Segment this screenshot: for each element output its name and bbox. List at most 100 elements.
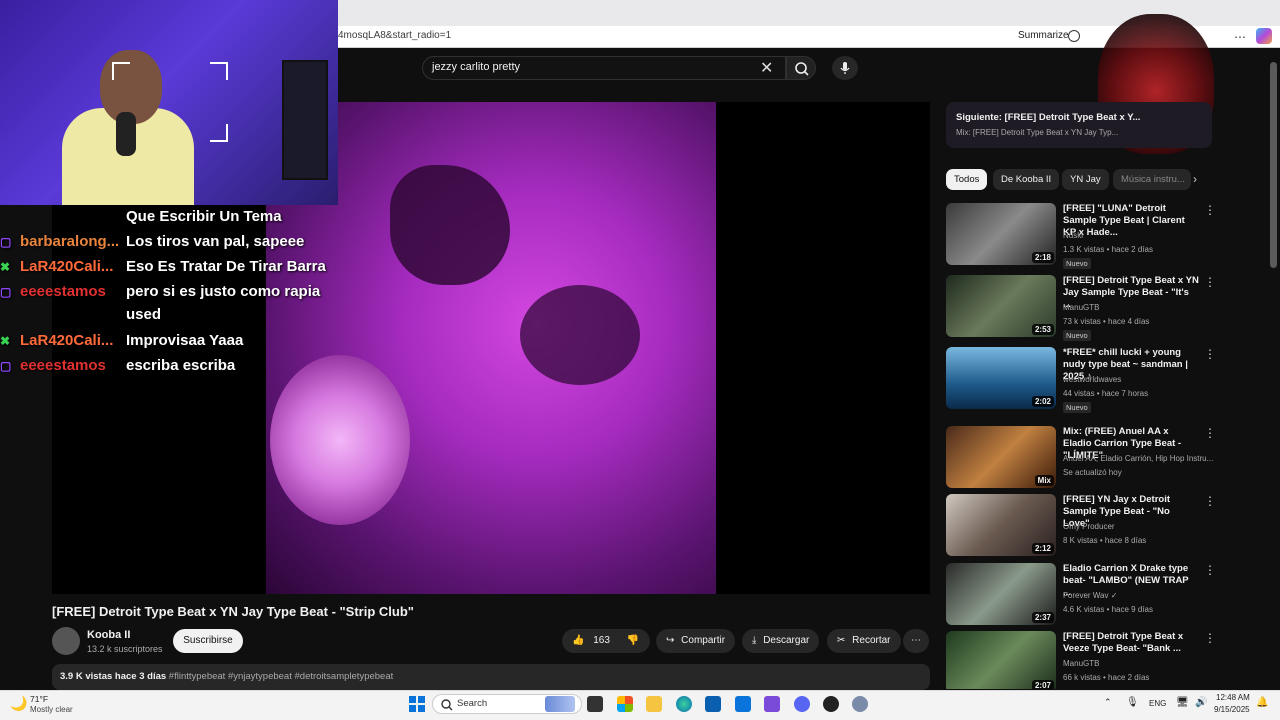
weather-temp[interactable]: 71°F (30, 694, 48, 704)
recommendation-item[interactable]: 2:12 [FREE] YN Jay x Detroit Sample Type… (946, 494, 1220, 560)
file-explorer-icon[interactable] (646, 696, 662, 712)
download-button[interactable]: ⤓ Descargar (742, 629, 820, 653)
chat-username: barbaralong... (20, 233, 120, 250)
volume-icon[interactable]: 🔊 (1195, 697, 1207, 708)
chat-text: escriba escriba (126, 357, 236, 374)
taskbar-search-label[interactable]: Search (457, 698, 487, 709)
settings-icon[interactable] (852, 696, 868, 712)
store-icon[interactable] (705, 696, 721, 712)
video-thumbnail[interactable]: 2:37 (946, 563, 1056, 625)
network-icon[interactable]: 🖥 (1176, 697, 1189, 708)
search-query[interactable]: jezzy carlito pretty (432, 61, 520, 73)
more-vert-icon[interactable]: ⋮ (1204, 631, 1216, 645)
x-icon: ✖ (0, 334, 11, 348)
recommendation-item[interactable]: Mix Mix: (FREE) Anuel AA x Eladio Carrio… (946, 426, 1220, 492)
chip-musica-instrumental[interactable]: Música instru... (1113, 169, 1191, 190)
windows-start-icon[interactable] (409, 696, 425, 712)
video-image-watch (270, 355, 410, 525)
channel-avatar[interactable] (52, 627, 80, 655)
rec-channel[interactable]: ManuGTB (1063, 659, 1099, 668)
download-label: Descargar (763, 635, 810, 646)
rec-title[interactable]: [FREE] "LUNA" Detroit Sample Type Beat |… (1063, 203, 1199, 239)
voice-search-button[interactable] (832, 56, 858, 80)
clock-date[interactable]: 9/15/2025 (1214, 705, 1250, 714)
more-vert-icon[interactable]: ⋮ (1204, 563, 1216, 577)
video-image-shoe (520, 285, 640, 385)
video-thumbnail[interactable]: Mix (946, 426, 1056, 488)
rec-channel[interactable]: westworldwaves (1063, 375, 1121, 384)
summarize-button[interactable]: Summarize (1018, 30, 1069, 41)
channel-name[interactable]: Kooba II (87, 629, 130, 641)
up-next-card[interactable] (946, 102, 1212, 148)
discord-icon[interactable] (794, 696, 810, 712)
subscriber-count: 13.2 k suscriptores (87, 644, 163, 654)
recommendation-item[interactable]: 2:53 [FREE] Detroit Type Beat x YN Jay S… (946, 275, 1220, 341)
copilot-app-icon[interactable] (617, 696, 633, 712)
more-vert-icon[interactable]: ⋮ (1204, 426, 1216, 440)
chip-todos[interactable]: Todos (946, 169, 988, 190)
notification-icon[interactable]: 🔔 (1256, 697, 1268, 708)
video-thumbnail[interactable]: 2:53 (946, 275, 1056, 337)
weather-icon[interactable]: 🌙 (10, 695, 27, 712)
thumbs-down-icon[interactable]: 👎 (627, 635, 639, 646)
scrollbar-thumb[interactable] (1270, 62, 1277, 268)
recommendation-item[interactable]: 2:02 *FREE* chill lucki + young nudy typ… (946, 347, 1220, 413)
video-thumbnail[interactable]: 2:18 (946, 203, 1056, 265)
chip-yn-jay[interactable]: YN Jay (1062, 169, 1109, 190)
summarize-icon[interactable] (1068, 30, 1080, 42)
copilot-icon[interactable] (1256, 28, 1272, 44)
chevron-up-icon[interactable]: ⌃ (1104, 697, 1112, 708)
url-text[interactable]: 4mosqLA8&start_radio=1 (338, 30, 451, 41)
recommendation-item[interactable]: 2:18 [FREE] "LUNA" Detroit Sample Type B… (946, 203, 1220, 269)
up-next-title[interactable]: Siguiente: [FREE] Detroit Type Beat x Y.… (956, 112, 1140, 123)
clip-button[interactable]: ✂ Recortar (827, 629, 901, 653)
clock-time[interactable]: 12:48 AM (1216, 693, 1250, 702)
hashtags[interactable]: #flinttypebeat #ynjaytypebeat #detroitsa… (169, 671, 393, 682)
chip-de-kooba[interactable]: De Kooba II (993, 169, 1060, 190)
views-date: 3.9 K vistas hace 3 días (60, 671, 167, 682)
share-button[interactable]: ↪ Compartir (656, 629, 736, 653)
chevron-right-icon[interactable]: › (1193, 172, 1197, 186)
more-actions-button[interactable]: ⋯ (903, 629, 929, 653)
weather-condition[interactable]: Mostly clear (30, 705, 73, 714)
rec-channel[interactable]: Omy Producer (1063, 522, 1115, 531)
video-thumbnail[interactable]: 2:12 (946, 494, 1056, 556)
description-text[interactable]: 3.9 K vistas hace 3 días #flinttypebeat … (60, 671, 393, 682)
microphone (116, 112, 136, 156)
edge-icon[interactable] (676, 696, 692, 712)
clear-search-icon[interactable]: ✕ (760, 58, 773, 78)
recommendation-item[interactable]: 2:07 [FREE] Detroit Type Beat x Veeze Ty… (946, 631, 1220, 689)
language-indicator[interactable]: ENG (1149, 699, 1166, 708)
more-menu-icon[interactable]: ⋯ (1234, 30, 1246, 44)
share-label: Compartir (681, 635, 726, 646)
rec-channel[interactable]: Nuski (1063, 231, 1083, 240)
media-app-icon[interactable] (764, 696, 780, 712)
up-next-subtitle: Mix: [FREE] Detroit Type Beat x YN Jay T… (956, 128, 1119, 137)
video-thumbnail[interactable]: 2:02 (946, 347, 1056, 409)
task-view-icon[interactable] (587, 696, 603, 712)
outlook-icon[interactable] (735, 696, 751, 712)
rec-channel[interactable]: Forever Wav ✓ (1063, 591, 1117, 600)
focus-frame-corner (112, 62, 130, 80)
rec-channel[interactable]: ManuGTB (1063, 303, 1099, 312)
more-vert-icon[interactable]: ⋮ (1204, 275, 1216, 289)
search-button[interactable] (786, 56, 816, 80)
video-title: [FREE] Detroit Type Beat x YN Jay Type B… (52, 604, 414, 619)
like-dislike-group[interactable]: 👍 163 👎 (562, 629, 650, 653)
recommendation-item[interactable]: 2:37 Eladio Carrion X Drake type beat- "… (946, 563, 1220, 629)
chat-username: eeeestamos (20, 357, 106, 374)
focus-frame-corner (210, 62, 228, 80)
chat-text: Improvisaa Yaaa (126, 332, 244, 349)
thumbs-up-icon[interactable]: 👍 (572, 635, 584, 646)
more-vert-icon[interactable]: ⋮ (1204, 494, 1216, 508)
more-vert-icon[interactable]: ⋮ (1204, 203, 1216, 217)
more-vert-icon[interactable]: ⋮ (1204, 347, 1216, 361)
rec-channel[interactable]: Anuel AA, Eladio Carrión, Hip Hop Instru… (1063, 454, 1213, 463)
widgets-icon[interactable] (545, 696, 575, 712)
obs-icon[interactable] (823, 696, 839, 712)
subscribe-button[interactable]: Suscribirse (173, 629, 243, 653)
video-thumbnail[interactable]: 2:07 (946, 631, 1056, 689)
rec-title[interactable]: [FREE] Detroit Type Beat x Veeze Type Be… (1063, 631, 1199, 655)
microphone-tray-icon[interactable]: 🎙 (1126, 697, 1139, 708)
focus-frame-corner (210, 124, 228, 142)
